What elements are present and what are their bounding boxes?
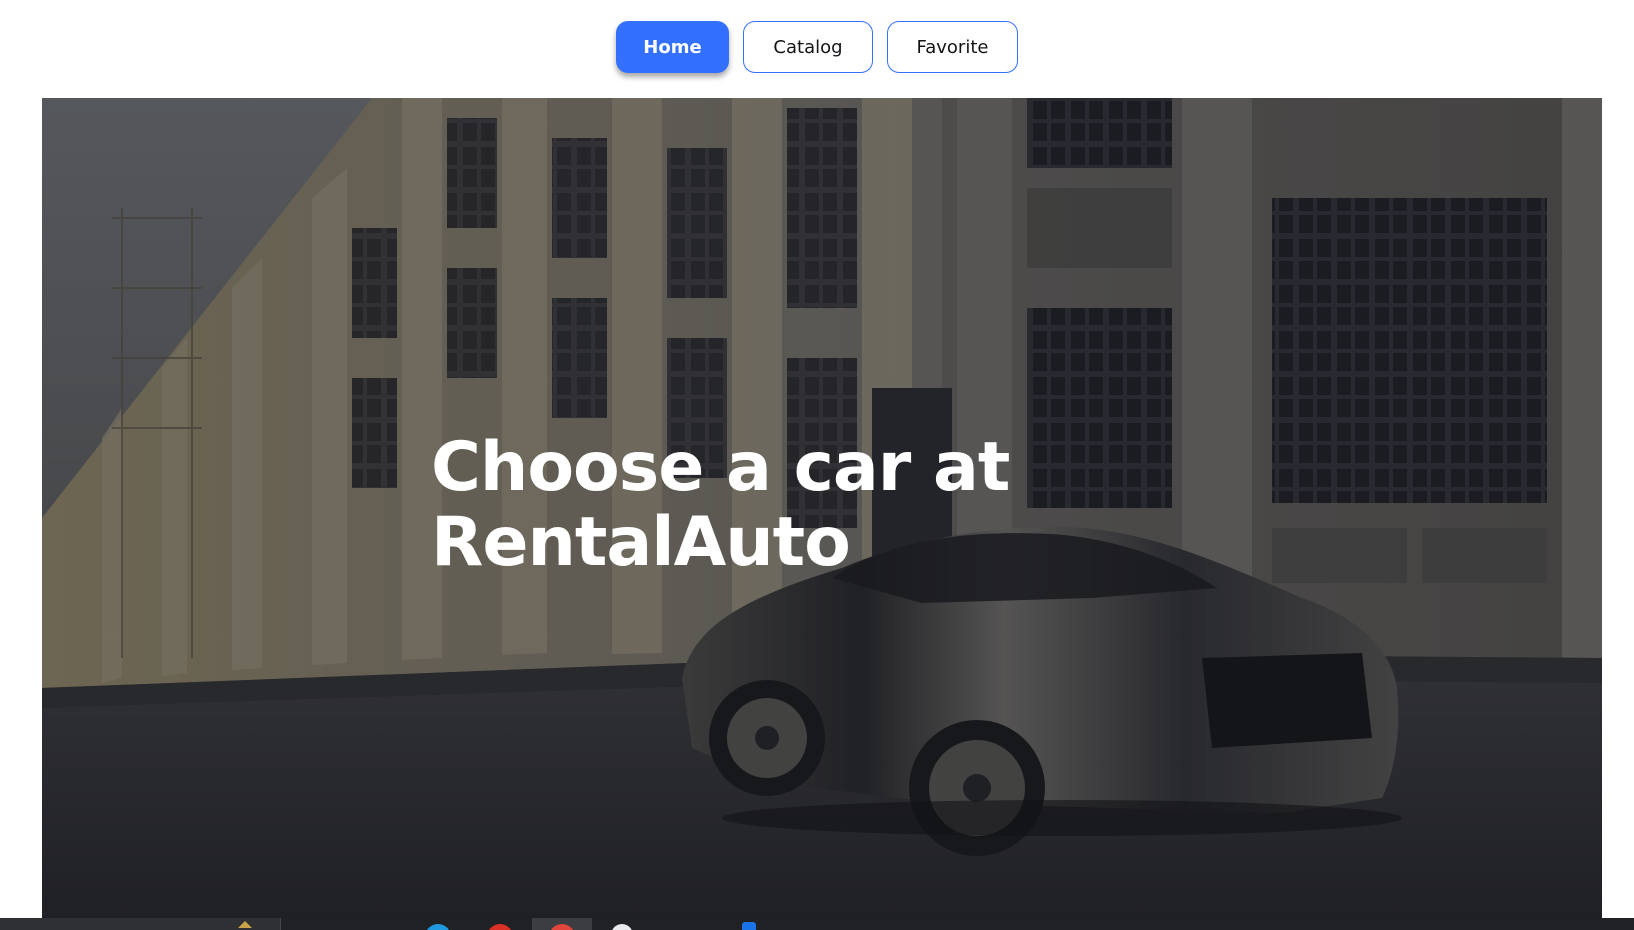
page: Home Catalog Favorite Choose a car at Re… <box>0 0 1634 930</box>
nav-favorite-button[interactable]: Favorite <box>887 21 1018 73</box>
folder-icon[interactable] <box>236 918 254 930</box>
nav-home-button[interactable]: Home <box>616 21 729 73</box>
taskbar-app-icon-blue[interactable] <box>425 924 451 930</box>
nav-catalog-button[interactable]: Catalog <box>743 21 873 73</box>
hero-section: Choose a car at RentalAuto <box>42 98 1602 918</box>
os-taskbar <box>0 918 1634 930</box>
taskbar-app-icon-red[interactable] <box>487 924 513 930</box>
taskbar-app-icon-blue-edge[interactable] <box>742 922 756 930</box>
main-navigation: Home Catalog Favorite <box>0 21 1634 73</box>
taskbar-app-icon-white[interactable] <box>611 924 633 930</box>
hero-title: Choose a car at RentalAuto <box>431 428 1010 582</box>
